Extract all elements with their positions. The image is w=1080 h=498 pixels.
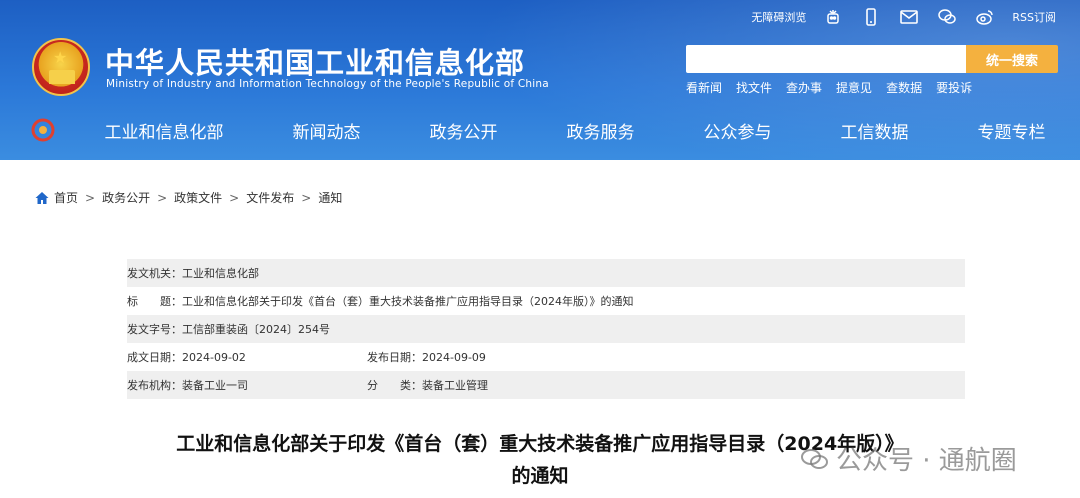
accessibility-link[interactable]: 无障碍浏览 [751, 9, 806, 25]
breadcrumb-separator: > [85, 190, 96, 205]
breadcrumb-file-release[interactable]: 文件发布 [246, 189, 294, 206]
quick-link-news[interactable]: 看新闻 [686, 79, 722, 96]
breadcrumb-separator: > [301, 190, 312, 205]
nav-item-news[interactable]: 新闻动态 [293, 118, 361, 143]
nav-item-services[interactable]: 政务服务 [567, 118, 635, 143]
nav-item-government-affairs[interactable]: 政务公开 [430, 118, 498, 143]
info-row-doc-number: 发文字号： 工信部重装函〔2024〕254号 [127, 315, 965, 343]
publish-date-label: 发布日期： [367, 351, 422, 364]
tiananmen-icon [49, 70, 75, 84]
quick-link-services[interactable]: 查办事 [786, 79, 822, 96]
mail-icon[interactable] [898, 6, 920, 28]
breadcrumb-separator: > [229, 190, 240, 205]
quick-links: 看新闻 找文件 查办事 提意见 查数据 要投诉 [686, 79, 972, 96]
document-info-table: 发文机关： 工业和信息化部 标 题： 工业和信息化部关于印发《首台（套）重大技术… [127, 259, 965, 399]
main-nav: 工业和信息化部 新闻动态 政务公开 政务服务 公众参与 工信数据 专题专栏 [0, 108, 1080, 152]
agency-value: 装备工业一司 [182, 379, 248, 392]
publish-date-cell: 发布日期：2024-09-09 [367, 349, 486, 365]
site-title[interactable]: 中华人民共和国工业和信息化部 [105, 40, 525, 82]
info-row-agency: 发布机构： 装备工业一司 分 类：装备工业管理 [127, 371, 965, 399]
date-label: 成文日期： [127, 351, 182, 364]
nav-item-ministry[interactable]: 工业和信息化部 [105, 118, 224, 143]
publish-date-value: 2024-09-09 [422, 351, 486, 364]
wechat-watermark-icon [801, 448, 828, 469]
robot-assistant-icon[interactable] [822, 6, 844, 28]
national-emblem-icon[interactable]: ★ [32, 38, 90, 96]
watermark: 公众号 · 通航圈 [800, 440, 1017, 477]
info-row-title: 标 题： 工业和信息化部关于印发《首台（套）重大技术装备推广应用指导目录（202… [127, 287, 965, 315]
nav-item-topics[interactable]: 专题专栏 [978, 118, 1046, 143]
nav-item-data[interactable]: 工信数据 [841, 118, 909, 143]
doc-number-label: 发文字号： [127, 323, 182, 336]
issuer-value: 工业和信息化部 [182, 267, 259, 280]
title-label: 标 题： [127, 295, 182, 308]
quick-link-feedback[interactable]: 提意见 [836, 79, 872, 96]
breadcrumb-policy-files[interactable]: 政策文件 [174, 189, 222, 206]
breadcrumb-notice[interactable]: 通知 [318, 189, 342, 206]
rss-link[interactable]: RSS订阅 [1012, 9, 1056, 25]
breadcrumb-government-affairs[interactable]: 政务公开 [102, 189, 150, 206]
title-value: 工业和信息化部关于印发《首台（套）重大技术装备推广应用指导目录（2024年版）》… [182, 295, 634, 308]
agency-label: 发布机构： [127, 379, 182, 392]
category-label: 分 类： [367, 379, 422, 392]
mobile-icon[interactable] [860, 6, 882, 28]
weibo-icon[interactable] [974, 6, 996, 28]
info-row-issuer: 发文机关： 工业和信息化部 [127, 259, 965, 287]
info-row-dates: 成文日期： 2024-09-02 发布日期：2024-09-09 [127, 343, 965, 371]
home-icon[interactable] [34, 190, 50, 206]
breadcrumb-separator: > [157, 190, 168, 205]
unified-search-button[interactable]: 统一搜索 [966, 45, 1058, 73]
issuer-label: 发文机关： [127, 267, 182, 280]
category-cell: 分 类：装备工业管理 [367, 377, 488, 393]
wechat-icon[interactable] [936, 6, 958, 28]
category-value: 装备工业管理 [422, 379, 488, 392]
ministry-logo-icon[interactable] [30, 117, 56, 143]
breadcrumb: 首页 > 政务公开 > 政策文件 > 文件发布 > 通知 [34, 189, 342, 206]
quick-link-complaint[interactable]: 要投诉 [936, 79, 972, 96]
nav-item-public-participation[interactable]: 公众参与 [704, 118, 772, 143]
date-value: 2024-09-02 [182, 350, 246, 364]
search-input[interactable] [686, 45, 966, 73]
site-subtitle: Ministry of Industry and Information Tec… [106, 78, 549, 90]
watermark-text: 公众号 · 通航圈 [836, 446, 1017, 476]
breadcrumb-home[interactable]: 首页 [54, 189, 78, 206]
site-header: ★ 中华人民共和国工业和信息化部 Ministry of Industry an… [0, 0, 1080, 160]
star-icon: ★ [53, 48, 68, 67]
quick-link-files[interactable]: 找文件 [736, 79, 772, 96]
top-utility-links: 无障碍浏览 RSS订阅 [751, 6, 1056, 28]
quick-link-data[interactable]: 查数据 [886, 79, 922, 96]
doc-number-value: 工信部重装函〔2024〕254号 [182, 323, 330, 336]
